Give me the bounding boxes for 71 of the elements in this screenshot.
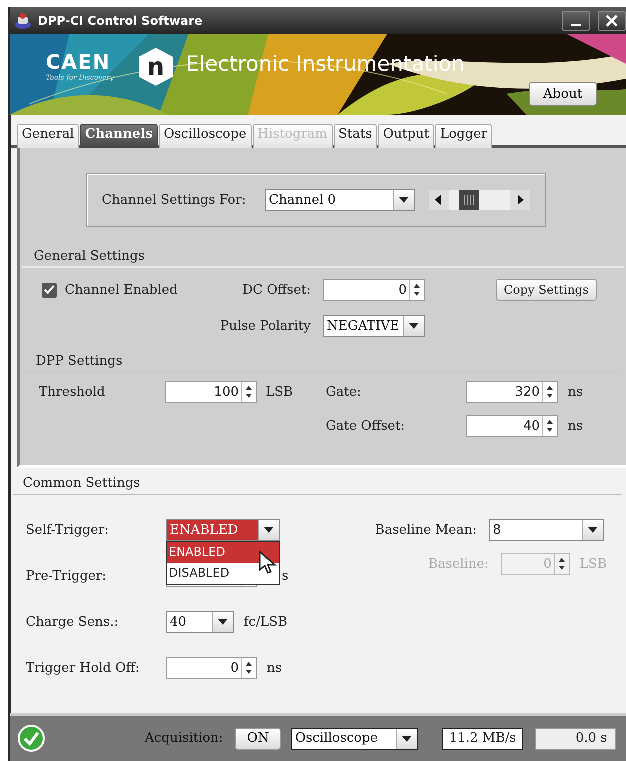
unit-label: ns	[567, 418, 584, 434]
dropdown-option[interactable]: DISABLED	[167, 563, 279, 584]
window-title: DPP-CI Control Software	[38, 14, 204, 28]
caret-icon	[218, 619, 228, 625]
channel-label: Channel Settings For:	[102, 192, 248, 208]
field-label: Threshold	[39, 384, 106, 400]
elapsed-time-readout: 0.0 s	[535, 728, 616, 750]
channel-scrollbar[interactable]	[429, 190, 530, 210]
field-label: DC Offset:	[242, 282, 312, 298]
dropdown[interactable]: 40	[166, 611, 234, 633]
close-button[interactable]	[598, 10, 626, 30]
field-label: Charge Sens.:	[26, 614, 120, 630]
copy-settings-button[interactable]: Copy Settings	[496, 279, 597, 301]
tab[interactable]: General	[17, 124, 80, 149]
data-rate-readout: 11.2 MB/s	[442, 728, 524, 750]
caret-icon	[399, 197, 409, 203]
field-label: Pulse Polarity	[219, 318, 312, 334]
tab[interactable]: Logger	[435, 124, 492, 149]
field-label: Gate Offset:	[326, 418, 406, 434]
dropdown[interactable]: 8	[489, 519, 604, 541]
field-label: Trigger Hold Off:	[26, 660, 141, 676]
app-icon	[14, 12, 32, 30]
number-field[interactable]: 40	[466, 415, 558, 437]
field-label: Pre-Trigger:	[26, 568, 108, 584]
checkmark-icon	[44, 285, 55, 295]
scroll-thumb-icon	[459, 190, 479, 210]
number-field[interactable]: 100	[165, 381, 257, 403]
close-icon	[606, 14, 618, 26]
caret-icon	[264, 527, 274, 533]
unit-label: fc/LSB	[243, 614, 288, 630]
acquisition-button[interactable]: ON	[235, 728, 282, 750]
dc-offset-field[interactable]: 0	[323, 279, 425, 301]
acquisition-label: Acquisition:	[145, 731, 224, 746]
minimize-button[interactable]	[562, 10, 590, 30]
unit-label: ns	[567, 384, 584, 400]
tab[interactable]: Output	[378, 124, 434, 149]
mode-dropdown[interactable]: Oscilloscope	[291, 728, 418, 750]
number-field[interactable]: 320	[466, 381, 558, 403]
channel-dropdown[interactable]: Channel 0	[265, 189, 415, 211]
dropdown-option[interactable]: ENABLED	[167, 542, 279, 563]
mouse-pointer-icon	[259, 551, 277, 575]
field-label: Baseline Mean:	[375, 522, 478, 538]
section-title: DPP Settings	[24, 354, 622, 373]
number-field[interactable]: 0	[166, 657, 257, 679]
unit-label: s	[281, 568, 289, 584]
tab[interactable]: Oscilloscope	[158, 124, 252, 149]
minimize-icon	[571, 24, 581, 26]
tab[interactable]: Channels	[80, 124, 158, 149]
dropdown[interactable]: ENABLED	[166, 519, 280, 541]
logo: n	[138, 47, 174, 87]
about-button[interactable]: About	[529, 82, 597, 106]
field-label: Self-Trigger:	[26, 522, 110, 538]
scroll-right-icon	[510, 190, 530, 210]
checkbox[interactable]	[42, 282, 57, 298]
banner-heading: Electronic Instrumentation	[186, 52, 465, 76]
caret-icon	[409, 323, 419, 329]
polarity-dropdown[interactable]: NEGATIVE	[323, 315, 425, 337]
checkbox-label: Channel Enabled	[65, 282, 178, 298]
brand-name: CAEN	[46, 50, 111, 74]
unit-label: LSB	[265, 384, 294, 400]
unit-label: ns	[266, 660, 282, 676]
tab[interactable]: Stats	[334, 124, 378, 149]
checkmark-circle-icon	[18, 725, 45, 752]
section-title: Common Settings	[13, 468, 622, 495]
unit-label: LSB	[578, 556, 607, 572]
section-title: General Settings	[22, 249, 624, 268]
field-label: Gate:	[326, 384, 362, 400]
caret-icon	[588, 527, 598, 533]
field-label: Baseline:	[428, 556, 490, 572]
caret-icon	[402, 736, 412, 742]
scroll-left-icon	[429, 190, 449, 210]
